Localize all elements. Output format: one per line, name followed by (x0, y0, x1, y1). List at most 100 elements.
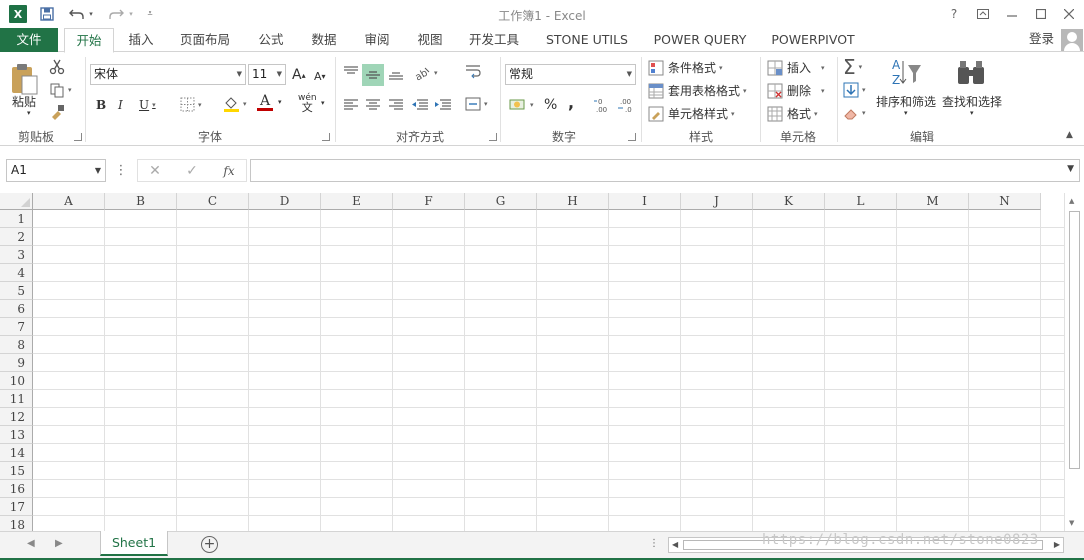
tab-stone-utils[interactable]: STONE UTILS (537, 28, 637, 52)
scroll-down-icon[interactable]: ▼ (1069, 519, 1074, 527)
column-header[interactable]: N (969, 193, 1041, 210)
font-size-select[interactable]: 11 ▼ (248, 64, 286, 85)
merge-center-icon[interactable]: ▾ (465, 97, 488, 111)
phonetic-guide-button[interactable]: wén 文 (298, 93, 317, 113)
active-cell[interactable] (33, 210, 106, 229)
ribbon-display-options-icon[interactable] (972, 4, 994, 24)
collapse-ribbon-icon[interactable]: ▲ (1066, 130, 1073, 140)
increase-indent-icon[interactable] (434, 99, 452, 111)
find-select-dropdown-icon[interactable]: ▾ (970, 109, 974, 117)
fill-button[interactable]: ▾ (843, 82, 866, 98)
row-header[interactable]: 5 (0, 282, 33, 300)
conditional-formatting-button[interactable]: 条件格式 ▾ (648, 59, 723, 76)
row-header[interactable]: 10 (0, 372, 33, 390)
prev-sheet-icon[interactable]: ◀ (27, 538, 35, 549)
align-middle-icon[interactable] (362, 64, 384, 86)
help-icon[interactable]: ? (943, 4, 965, 24)
row-header[interactable]: 4 (0, 264, 33, 282)
delete-cells-button[interactable]: 删除 ▾ (767, 82, 825, 99)
row-header[interactable]: 14 (0, 444, 33, 462)
scroll-right-icon[interactable]: ▶ (1054, 540, 1060, 549)
tab-formulas[interactable]: 公式 (248, 28, 294, 52)
next-sheet-icon[interactable]: ▶ (55, 538, 63, 549)
close-icon[interactable] (1058, 4, 1080, 24)
tab-data[interactable]: 数据 (301, 28, 347, 52)
formula-input[interactable]: ▼ (250, 159, 1080, 182)
insert-cells-button[interactable]: 插入 ▾ (767, 59, 825, 76)
name-box[interactable]: A1 ▼ (6, 159, 106, 182)
row-header[interactable]: 17 (0, 498, 33, 516)
tab-file[interactable]: 文件 (0, 28, 58, 52)
bold-button[interactable]: B (96, 98, 106, 112)
number-launcher-icon[interactable] (628, 133, 636, 141)
vertical-scrollbar[interactable]: ▲ ▼ (1064, 193, 1084, 531)
column-header[interactable]: M (897, 193, 969, 210)
column-header[interactable]: C (177, 193, 249, 210)
font-color-button[interactable]: A (257, 94, 273, 111)
number-format-select[interactable]: 常规 ▼ (505, 64, 636, 85)
tab-page-layout[interactable]: 页面布局 (172, 28, 238, 52)
tab-split-handle-icon[interactable]: ⋮ (649, 538, 659, 549)
add-sheet-button[interactable]: + (201, 536, 218, 553)
paste-button[interactable]: 粘贴 (12, 93, 36, 110)
insert-function-button[interactable]: fx (218, 159, 240, 182)
align-right-icon[interactable] (388, 99, 404, 111)
column-header[interactable]: J (681, 193, 753, 210)
find-select-button[interactable]: 查找和选择 (942, 93, 1002, 110)
select-all-button[interactable] (0, 193, 33, 210)
row-header[interactable]: 8 (0, 336, 33, 354)
row-header[interactable]: 9 (0, 354, 33, 372)
enter-entry-button[interactable]: ✓ (182, 159, 202, 182)
cut-icon[interactable] (49, 59, 65, 75)
autosum-button[interactable]: Σ ▾ (843, 55, 862, 79)
decrease-indent-icon[interactable] (411, 99, 429, 111)
tab-insert[interactable]: 插入 (118, 28, 164, 52)
row-header[interactable]: 13 (0, 426, 33, 444)
column-header[interactable]: L (825, 193, 897, 210)
column-header[interactable]: H (537, 193, 609, 210)
column-header[interactable]: G (465, 193, 537, 210)
cell-area[interactable] (33, 210, 1064, 531)
tab-powerpivot[interactable]: POWERPIVOT (764, 28, 862, 52)
fill-color-button[interactable]: ▾ (222, 95, 247, 113)
vertical-scroll-thumb[interactable] (1069, 211, 1080, 469)
align-left-icon[interactable] (343, 99, 359, 111)
copy-icon[interactable]: ▾ (49, 82, 72, 98)
comma-style-button[interactable]: , (568, 93, 574, 112)
column-header[interactable]: B (105, 193, 177, 210)
row-header[interactable]: 11 (0, 390, 33, 408)
column-header[interactable]: I (609, 193, 681, 210)
font-launcher-icon[interactable] (322, 133, 330, 141)
cancel-entry-button[interactable]: ✕ (145, 159, 165, 182)
align-bottom-icon[interactable] (388, 66, 404, 80)
tab-developer[interactable]: 开发工具 (462, 28, 526, 52)
increase-decimal-icon[interactable]: 0.00 (594, 97, 612, 113)
format-as-table-button[interactable]: 套用表格格式 ▾ (648, 82, 747, 99)
paste-dropdown-icon[interactable]: ▾ (27, 109, 31, 117)
row-header[interactable]: 1 (0, 210, 33, 228)
cell-styles-button[interactable]: 单元格样式 ▾ (648, 105, 735, 122)
column-header[interactable]: F (393, 193, 465, 210)
find-select-icon[interactable] (956, 59, 986, 87)
decrease-decimal-icon[interactable]: .00.0 (617, 97, 635, 113)
row-header[interactable]: 2 (0, 228, 33, 246)
phonetic-dropdown-icon[interactable]: ▾ (321, 99, 325, 107)
percent-style-button[interactable]: % (544, 97, 557, 113)
row-header[interactable]: 15 (0, 462, 33, 480)
format-painter-icon[interactable] (49, 104, 65, 120)
minimize-icon[interactable] (1001, 4, 1023, 24)
shrink-font-button[interactable]: A ▾ (314, 70, 326, 83)
user-avatar-icon[interactable] (1061, 29, 1083, 51)
column-header[interactable]: A (33, 193, 105, 210)
borders-button[interactable]: ▾ (180, 97, 202, 112)
scroll-left-icon[interactable]: ◀ (672, 540, 678, 549)
sort-filter-button[interactable]: 排序和筛选 (876, 93, 936, 110)
row-header[interactable]: 6 (0, 300, 33, 318)
orientation-icon[interactable]: ab ▾ (413, 65, 438, 81)
maximize-icon[interactable] (1030, 4, 1052, 24)
grow-font-button[interactable]: A ▴ (292, 67, 306, 83)
font-color-dropdown-icon[interactable]: ▾ (278, 98, 282, 106)
row-header[interactable]: 18 (0, 516, 33, 531)
formula-bar-more-icon[interactable]: ⋮ (115, 159, 128, 182)
wrap-text-icon[interactable] (465, 65, 481, 79)
